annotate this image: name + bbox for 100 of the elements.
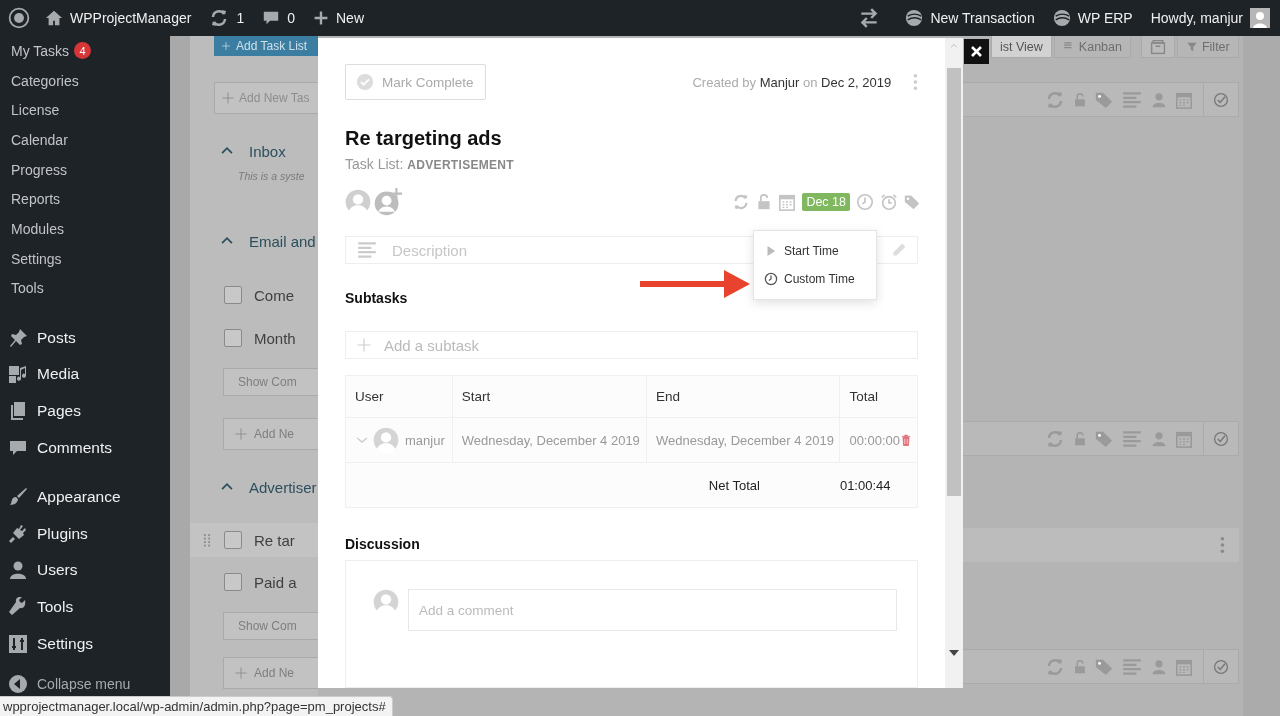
media-icon (8, 364, 28, 385)
menu-item[interactable]: Comments (0, 429, 170, 467)
pages-icon (8, 401, 28, 422)
task-list-name[interactable]: ADVERTISEMENT (407, 158, 514, 172)
brush-icon (8, 486, 28, 507)
lock-icon (1072, 659, 1087, 674)
menu-item[interactable]: Users (0, 551, 170, 589)
kebab-menu-icon (913, 74, 918, 90)
task-row[interactable]: Month (190, 325, 318, 351)
menu-item[interactable]: Tools (0, 588, 170, 626)
list-title[interactable]: Email and (249, 232, 316, 250)
funnel-icon (1185, 40, 1198, 53)
logo-icon (8, 7, 30, 29)
submenu-item[interactable]: License (0, 95, 170, 126)
plug-icon (8, 523, 28, 544)
submenu-item[interactable]: Categories (0, 65, 170, 96)
site-link[interactable]: WPProjectManager (36, 0, 201, 36)
task-title: Re targeting ads (345, 127, 503, 150)
task-row[interactable]: Re tar (190, 523, 318, 557)
wrench-icon (8, 597, 28, 618)
user-name: manjur (405, 432, 445, 448)
globe-icon (905, 9, 924, 27)
calendar-icon (1174, 657, 1193, 676)
calendar-icon (1174, 429, 1193, 448)
submenu-item[interactable]: Settings (0, 243, 170, 274)
view-tab[interactable]: ist View (991, 36, 1052, 58)
plus-icon (356, 337, 372, 354)
collapse-menu[interactable]: Collapse menu (0, 674, 170, 695)
created-by-text: Created by Manjur on Dec 2, 2019 (692, 74, 892, 90)
count-badge: 4 (74, 42, 92, 60)
task-row[interactable]: Come (190, 282, 318, 308)
checkbox[interactable] (224, 329, 242, 347)
clock-icon (764, 272, 778, 286)
check-circle-icon (1212, 658, 1229, 675)
calendar-icon (1174, 90, 1193, 109)
task-title[interactable]: Month (254, 329, 296, 347)
menu-item[interactable]: Media (0, 356, 170, 393)
column-header: Start (452, 375, 647, 418)
list-note: This is a syste (238, 170, 305, 182)
user-icon (1150, 658, 1167, 675)
comments-link[interactable]: 0 (253, 0, 304, 36)
avatar-icon (373, 589, 399, 615)
user-icon (1150, 91, 1167, 108)
check-circle-icon (1212, 91, 1229, 108)
menu-item[interactable]: Pages (0, 392, 170, 430)
scrollbar[interactable] (945, 38, 963, 688)
toolbar-link[interactable]: WP ERP (1043, 0, 1142, 36)
plus-icon (234, 666, 248, 680)
menu-item[interactable]: Plugins (0, 515, 170, 552)
scroll-down-icon[interactable] (949, 650, 959, 658)
menu-item[interactable]: Appearance (0, 478, 170, 516)
archive-button[interactable] (1140, 36, 1175, 58)
checkbox[interactable] (224, 286, 242, 304)
lock-icon (756, 194, 773, 210)
task-row[interactable]: Paid a (190, 569, 318, 595)
close-button[interactable] (964, 39, 989, 64)
checkbox[interactable] (224, 573, 242, 591)
plus-icon (221, 91, 235, 105)
new-link[interactable]: New (304, 0, 373, 36)
kebab-menu-icon (1219, 537, 1225, 553)
table-cell: Wednesday, December 4 2019 (452, 417, 647, 463)
submenu-item[interactable]: Progress (0, 154, 170, 185)
submenu-item[interactable]: My Tasks 4 (0, 36, 170, 66)
close-icon (969, 44, 984, 59)
alarm-icon (880, 193, 898, 211)
task-title[interactable]: Come (254, 286, 294, 304)
tag-icon (1094, 657, 1113, 676)
updates-link[interactable]: 1 (200, 0, 254, 36)
checkbox[interactable] (224, 531, 242, 549)
submenu-item[interactable]: Tools (0, 273, 170, 304)
pencil-icon (891, 242, 907, 259)
submenu-item[interactable]: Modules (0, 214, 170, 244)
menu-item[interactable]: Start Time (764, 244, 876, 258)
plus-icon (313, 10, 329, 26)
status-url: wpprojectmanager.local/wp-admin/admin.php?page=pm_projects# (3, 699, 386, 714)
menu-item[interactable]: Settings (0, 625, 170, 663)
column-header: Total (839, 375, 918, 418)
column-header: User (345, 375, 453, 418)
table-cell: 00:00:00 (849, 432, 900, 448)
task-title[interactable]: Paid a (254, 573, 297, 591)
menu-item[interactable]: Posts (0, 319, 170, 356)
table-cell: Wednesday, December 4 2019 (646, 417, 840, 463)
section-heading: Subtasks (345, 290, 409, 307)
tag-icon (1094, 90, 1113, 109)
tag-icon (904, 194, 920, 210)
task-title[interactable]: Re tar (254, 531, 295, 549)
add-user-icon (374, 188, 402, 216)
submenu-item[interactable]: Reports (0, 184, 170, 215)
toolbar-link[interactable]: New Transaction (896, 0, 1044, 36)
collapse-icon (8, 674, 28, 695)
submenu-item[interactable]: Calendar (0, 125, 170, 155)
user-icon (1150, 430, 1167, 447)
clock-icon (856, 193, 874, 211)
list-title[interactable]: Advertiser (249, 478, 317, 496)
pin-icon (8, 327, 28, 348)
account-link[interactable]: Howdy, manjur (1141, 0, 1270, 36)
list-title[interactable]: Inbox (249, 142, 286, 160)
menu-item[interactable]: Custom Time (764, 272, 876, 286)
avatar-icon (373, 427, 399, 453)
plus-icon (234, 427, 248, 441)
